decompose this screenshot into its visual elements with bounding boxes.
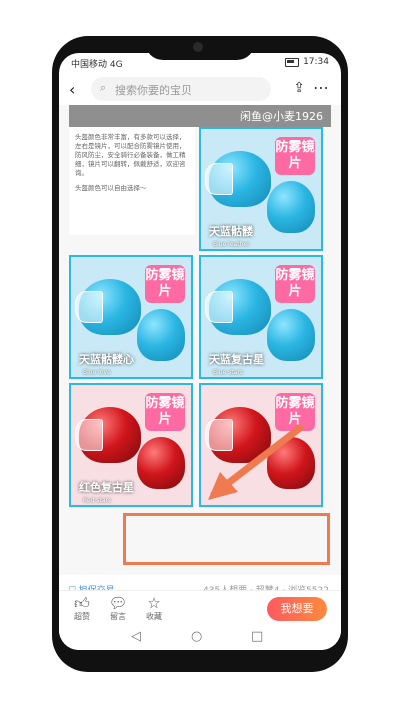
- highlight-arrow: [208, 424, 304, 500]
